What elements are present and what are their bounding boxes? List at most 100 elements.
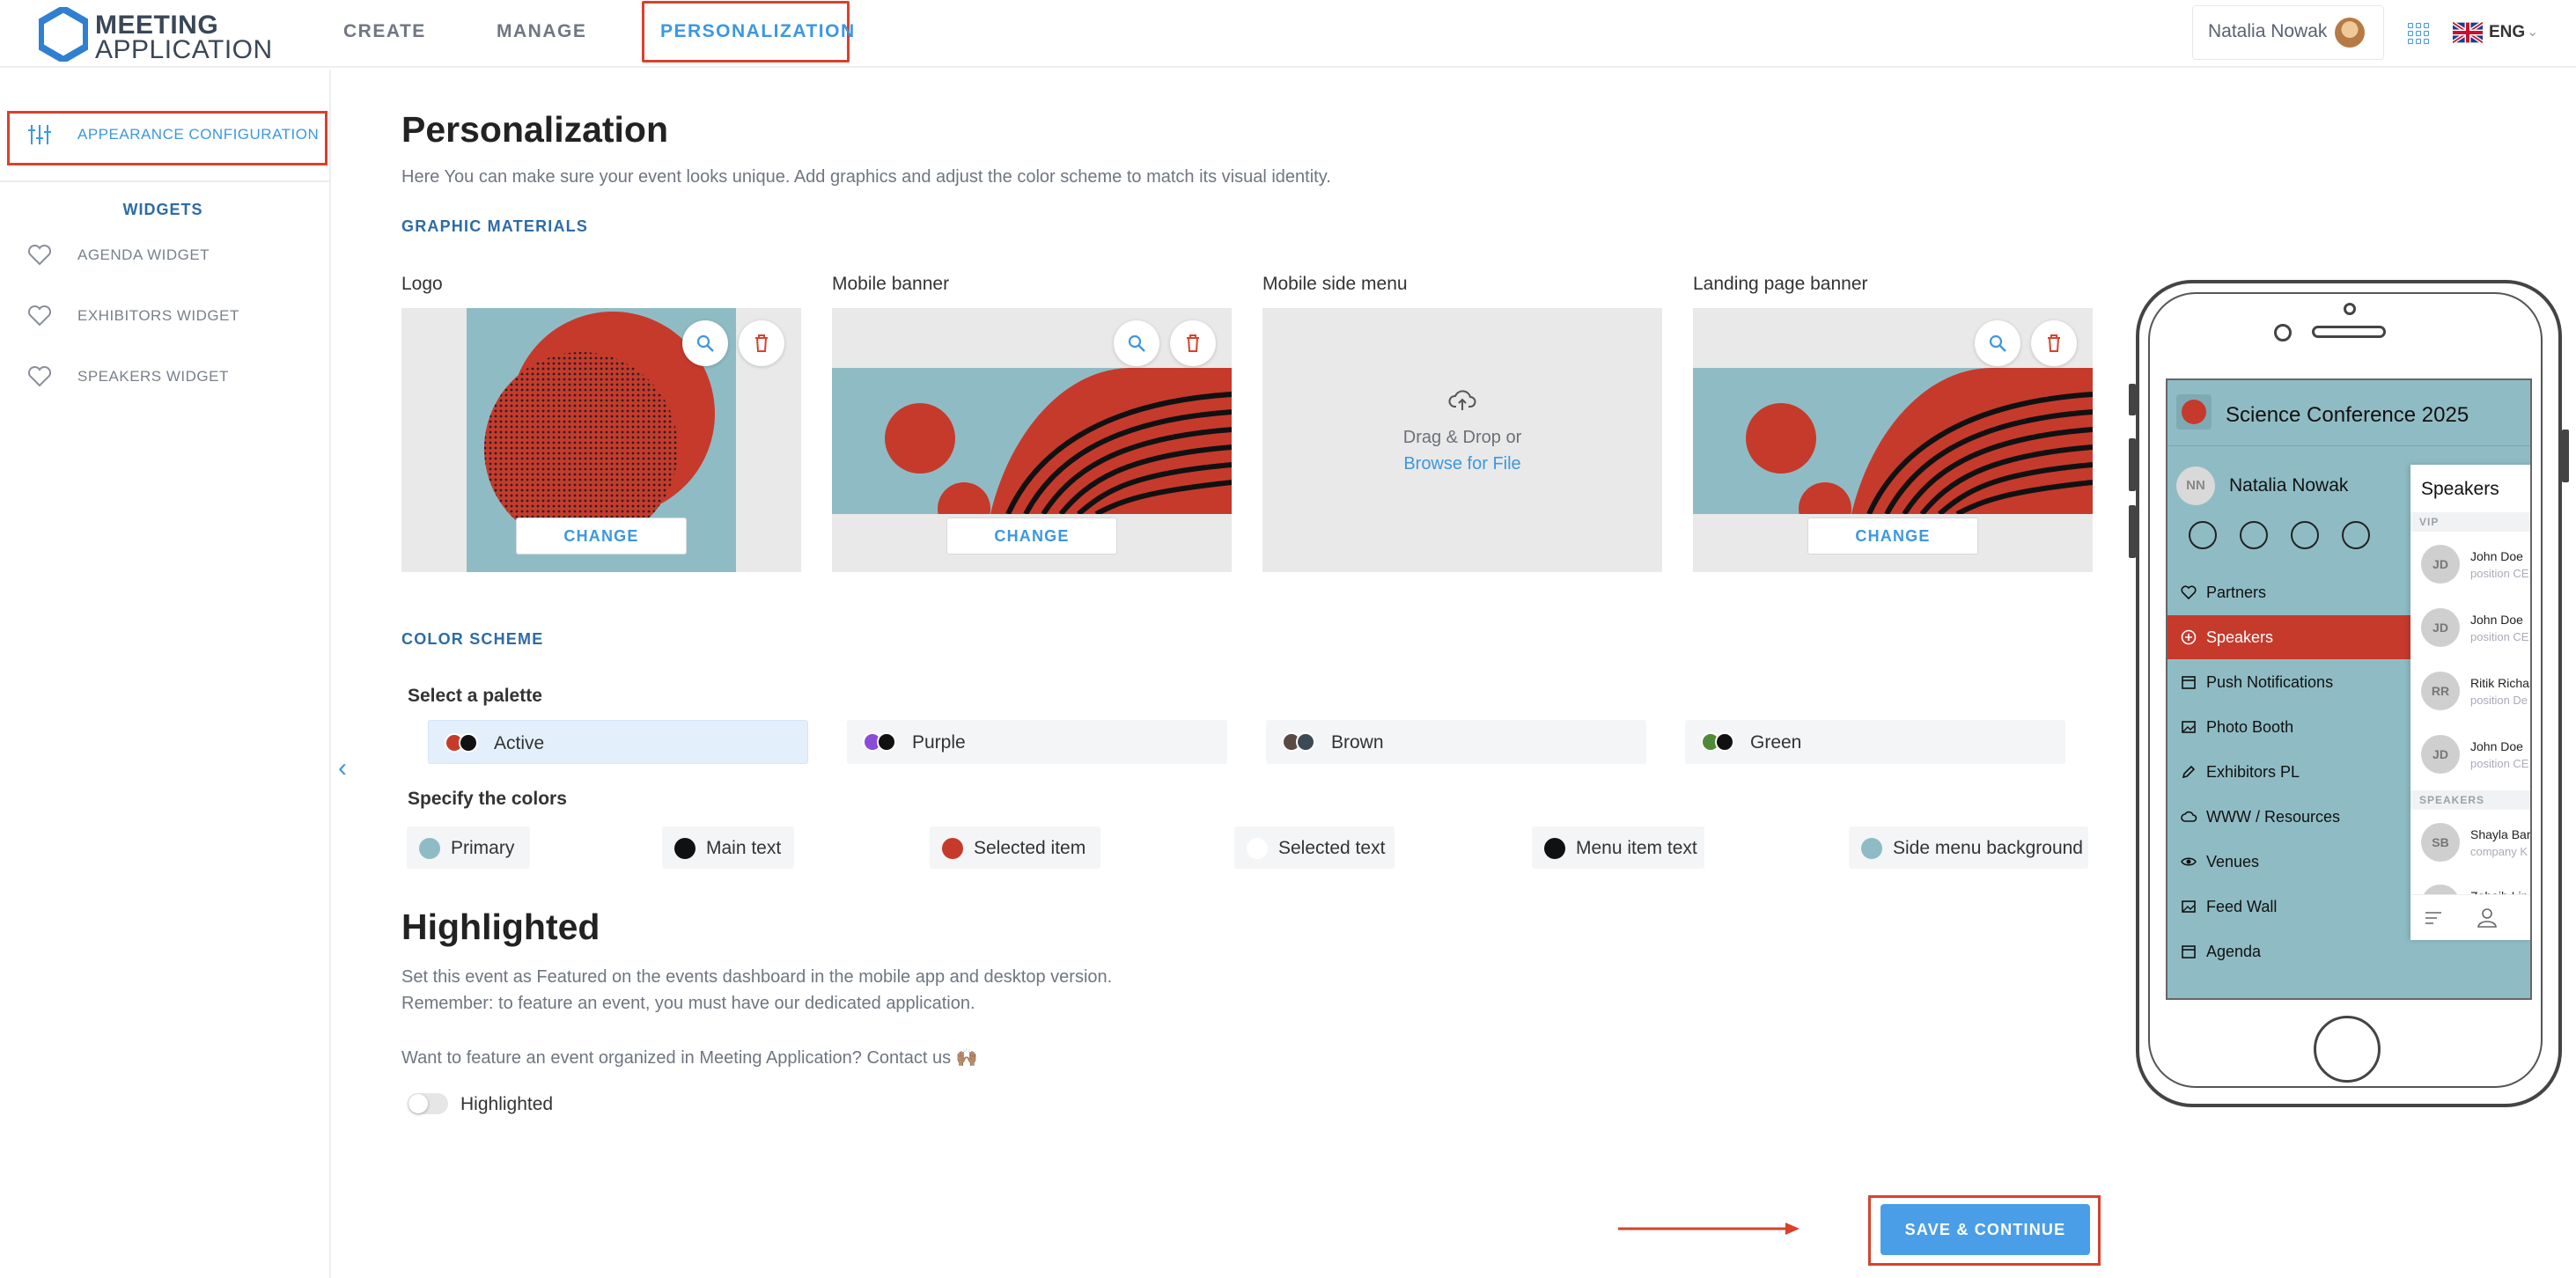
nav-create[interactable]: CREATE <box>343 21 426 42</box>
delete-button[interactable] <box>739 320 784 366</box>
mobile-side-menu-dropzone[interactable]: Drag & Drop or Browse for File <box>1262 308 1662 572</box>
highlighted-toggle[interactable] <box>408 1093 448 1114</box>
landing-banner-change-button[interactable]: CHANGE <box>1807 518 1978 555</box>
panel-footer <box>2410 894 2530 940</box>
nav-personalization[interactable]: PERSONALIZATION <box>660 21 856 42</box>
speaker-position: position CE <box>2470 567 2529 580</box>
palette-brown[interactable]: Brown <box>1266 720 1646 764</box>
palette-active[interactable]: Active <box>428 720 808 764</box>
image-icon <box>2182 900 2196 913</box>
zoom-button[interactable] <box>1114 320 1159 366</box>
highlighted-title: Highlighted <box>401 907 600 947</box>
uk-flag-icon[interactable] <box>2453 22 2483 43</box>
collapse-sidebar-chevron-icon[interactable]: ‹ <box>338 753 347 783</box>
avatar: RR <box>2421 672 2460 710</box>
color-main-text[interactable]: Main text <box>662 826 794 869</box>
color-menu-item-text[interactable]: Menu item text <box>1532 826 1704 869</box>
drop-text: Drag & Drop or <box>1402 428 1522 447</box>
phone-camera <box>2274 324 2292 342</box>
language-selector[interactable]: ENG <box>2489 23 2525 42</box>
heart-icon <box>27 305 52 327</box>
palette-green[interactable]: Green <box>1685 720 2065 764</box>
page-intro: Here You can make sure your event looks … <box>401 167 1331 187</box>
app-logo[interactable]: MEETING APPLICATION <box>39 7 272 64</box>
avatar[interactable] <box>2335 18 2365 48</box>
mobile-side-menu-label: Mobile side menu <box>1262 274 1408 294</box>
speaker-name: John Doe <box>2470 613 2523 627</box>
speaker-position: position De <box>2470 694 2528 707</box>
palette-name: Brown <box>1331 732 1384 753</box>
preview-user-name: Natalia Nowak <box>2229 475 2349 496</box>
color-name: Side menu background <box>1893 838 2083 858</box>
palette-name: Green <box>1750 732 1802 753</box>
chevron-down-icon[interactable]: ⌄ <box>2527 23 2538 40</box>
phone-speaker <box>2312 326 2386 338</box>
speaker-position: company K <box>2470 845 2528 858</box>
logo-change-button[interactable]: CHANGE <box>516 518 687 555</box>
color-selected-item[interactable]: Selected item <box>930 826 1100 869</box>
highlighted-description-line2: Remember: to feature an event, you must … <box>401 994 975 1013</box>
logo-label: Logo <box>401 274 443 294</box>
delete-button[interactable] <box>1170 320 1216 366</box>
ticket-icon <box>2291 521 2319 549</box>
color-dot <box>942 838 963 859</box>
preview-menu-label: Feed Wall <box>2206 898 2278 915</box>
sidebar-item-label: EXHIBITORS WIDGET <box>77 307 239 324</box>
plus-circle-icon <box>2181 629 2197 645</box>
contact-us-text[interactable]: Want to feature an event organized in Me… <box>401 1047 978 1069</box>
color-name: Main text <box>706 838 782 858</box>
preview-menu-label: Exhibitors PL <box>2206 763 2300 781</box>
speaker-name: Shayla Bar <box>2470 827 2531 841</box>
palette-purple[interactable]: Purple <box>847 720 1227 764</box>
palette-name: Purple <box>912 732 966 753</box>
color-dot <box>1247 838 1268 859</box>
zoom-button[interactable] <box>1975 320 2020 366</box>
landing-banner-label: Landing page banner <box>1693 274 1868 294</box>
color-primary[interactable]: Primary <box>407 826 530 869</box>
preview-menu-label: Agenda <box>2206 943 2262 960</box>
list-item: JD John Doe position CE <box>2410 533 2530 595</box>
color-dot <box>419 838 440 859</box>
trash-icon <box>1187 334 1199 352</box>
preview-menu-exhibitors-pl: Exhibitors PL <box>2168 750 2414 794</box>
preview-menu-label: Photo Booth <box>2206 718 2294 736</box>
zoom-button[interactable] <box>682 320 728 366</box>
mobile-preview: Science Conference 2025 NN Natalia Nowak… <box>2129 280 2569 1107</box>
preview-menu-agenda: Agenda <box>2168 929 2414 973</box>
browse-for-file-link[interactable]: Browse for File <box>1262 454 1662 474</box>
event-logo <box>2176 394 2212 430</box>
mobile-banner-change-button[interactable]: CHANGE <box>946 518 1117 555</box>
logo-card: CHANGE <box>401 308 801 572</box>
sidebar-item-label: SPEAKERS WIDGET <box>77 368 229 385</box>
color-name: Selected text <box>1278 838 1386 858</box>
delete-button[interactable] <box>2031 320 2077 366</box>
palette-swatch <box>445 733 483 753</box>
speaker-name: Ritik Richar <box>2470 676 2532 690</box>
heart-icon <box>27 244 52 266</box>
phone-side-button <box>2129 384 2136 415</box>
qr-icon <box>2240 521 2268 549</box>
avatar: SB <box>2421 823 2460 862</box>
annotation-arrow-icon <box>1618 1223 1800 1235</box>
hexagon-logo-icon <box>39 7 88 62</box>
heart-icon <box>27 365 52 387</box>
page-title: Personalization <box>401 109 669 150</box>
avatar: JD <box>2421 545 2460 584</box>
color-side-menu-background[interactable]: Side menu background <box>1849 826 2088 869</box>
preview-menu-photo-booth: Photo Booth <box>2168 705 2414 749</box>
save-and-continue-button[interactable]: SAVE & CONTINUE <box>1880 1204 2090 1255</box>
color-name: Primary <box>451 838 515 858</box>
nav-manage[interactable]: MANAGE <box>497 21 586 42</box>
phone-screen: Science Conference 2025 NN Natalia Nowak… <box>2166 378 2532 1000</box>
color-selected-text[interactable]: Selected text <box>1234 826 1395 869</box>
list-item: RR Ritik Richar position De <box>2410 660 2532 722</box>
top-navigation-bar: MEETING APPLICATION CREATE MANAGE PERSON… <box>0 0 2576 68</box>
sidebar-item-label: APPEARANCE CONFIGURATION <box>77 126 320 143</box>
sidebar-divider <box>0 180 329 182</box>
speaker-name: John Doe <box>2470 739 2523 753</box>
trash-icon <box>755 334 768 352</box>
heart-icon <box>2181 585 2197 600</box>
list-item: SB Shayla Bar company K <box>2410 812 2531 873</box>
phone-side-button <box>2562 430 2569 482</box>
apps-grid-icon[interactable] <box>2408 23 2429 44</box>
